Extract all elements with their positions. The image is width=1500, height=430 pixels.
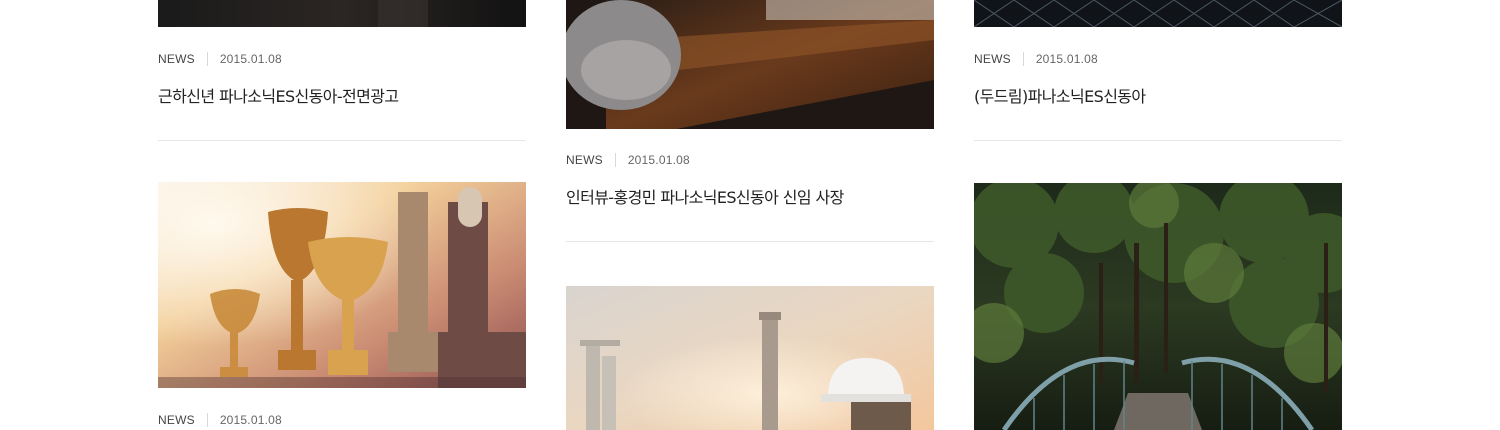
- category-label: NEWS: [566, 153, 603, 167]
- category-label: NEWS: [974, 52, 1011, 66]
- trophies-photo[interactable]: [158, 182, 526, 388]
- forest-bridge-photo[interactable]: [974, 183, 1342, 430]
- category-label: NEWS: [158, 52, 195, 66]
- refinery-engineer-photo[interactable]: [566, 286, 934, 430]
- post-meta: NEWS 2015.01.08: [974, 51, 1098, 67]
- meta-separator: [206, 413, 208, 427]
- post-date: 2015.01.08: [1035, 52, 1098, 66]
- desk-writing-photo[interactable]: [566, 0, 934, 129]
- meta-separator: [206, 52, 208, 66]
- post-date: 2015.01.08: [219, 413, 282, 427]
- meta-separator: [614, 153, 616, 167]
- dark-interior-photo[interactable]: [158, 0, 526, 27]
- post-title[interactable]: (두드림)파나소닉ES신동아: [974, 83, 1146, 107]
- post-title[interactable]: 근하신년 파나소닉ES신동아-전면광고: [158, 83, 399, 107]
- steel-structure-photo[interactable]: [974, 0, 1342, 27]
- post-date: 2015.01.08: [627, 153, 690, 167]
- card-divider: [566, 241, 934, 242]
- card-divider: [158, 140, 526, 141]
- post-date: 2015.01.08: [219, 52, 282, 66]
- post-meta: NEWS 2015.01.08: [158, 412, 282, 428]
- meta-separator: [1022, 52, 1024, 66]
- post-title[interactable]: 인터뷰-홍경민 파나소닉ES신동아 신임 사장: [566, 184, 844, 208]
- card-divider: [974, 140, 1342, 141]
- category-label: NEWS: [158, 413, 195, 427]
- post-meta: NEWS 2015.01.08: [158, 51, 282, 67]
- post-meta: NEWS 2015.01.08: [566, 152, 690, 168]
